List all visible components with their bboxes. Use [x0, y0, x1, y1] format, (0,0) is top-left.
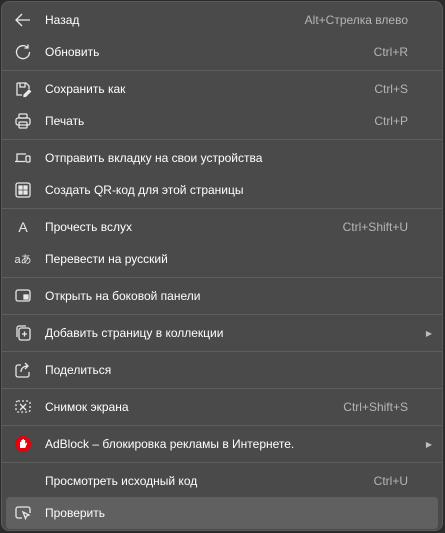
menu-item-label: Снимок экрана [45, 400, 129, 414]
separator [2, 314, 442, 315]
menu-item-read-aloud[interactable]: A Прочесть вслух Ctrl+Shift+U [6, 211, 438, 243]
menu-item-shortcut: Ctrl+S [374, 82, 408, 96]
qr-code-icon [14, 181, 32, 199]
menu-item-translate[interactable]: aあ Перевести на русский [6, 243, 438, 275]
devices-icon [14, 149, 32, 167]
menu-item-adblock[interactable]: AdBlock – блокировка рекламы в Интернете… [6, 428, 438, 460]
share-icon [14, 361, 32, 379]
menu-item-refresh[interactable]: Обновить Ctrl+R [6, 36, 438, 68]
menu-item-label: Сохранить как [45, 82, 126, 96]
collections-icon [14, 324, 32, 342]
menu-item-label: Проверить [45, 506, 106, 520]
menu-item-label: Добавить страницу в коллекции [45, 326, 224, 340]
menu-item-label: AdBlock – блокировка рекламы в Интернете… [45, 437, 295, 451]
menu-item-label: Прочесть вслух [45, 220, 132, 234]
separator [2, 425, 442, 426]
menu-item-add-to-collections[interactable]: Добавить страницу в коллекции ▶ [6, 317, 438, 349]
menu-item-label: Назад [45, 13, 80, 27]
menu-item-inspect[interactable]: Проверить [6, 497, 438, 529]
adblock-icon [14, 435, 32, 453]
menu-item-shortcut: Ctrl+R [373, 45, 408, 59]
read-aloud-icon: A [18, 219, 28, 235]
menu-item-shortcut: Ctrl+U [373, 474, 408, 488]
menu-item-label: Поделиться [45, 363, 112, 377]
menu-item-share[interactable]: Поделиться [6, 354, 438, 386]
sidebar-icon [14, 287, 32, 305]
submenu-arrow-icon: ▶ [425, 439, 432, 449]
menu-item-label: Обновить [45, 45, 100, 59]
separator [2, 388, 442, 389]
menu-item-print[interactable]: Печать Ctrl+P [6, 105, 438, 137]
menu-item-shortcut: Ctrl+Shift+U [342, 220, 408, 234]
menu-item-shortcut: Ctrl+Shift+S [343, 400, 408, 414]
print-icon [14, 112, 32, 130]
separator [2, 351, 442, 352]
save-as-icon [14, 80, 32, 98]
separator [2, 208, 442, 209]
menu-item-label: Отправить вкладку на свои устройства [45, 151, 263, 165]
menu-item-shortcut: Ctrl+P [374, 114, 408, 128]
translate-icon: aあ [14, 254, 32, 266]
inspect-icon [14, 504, 32, 522]
refresh-icon [14, 43, 32, 61]
menu-item-label: Перевести на русский [45, 252, 168, 266]
separator [2, 277, 442, 278]
menu-item-save-as[interactable]: Сохранить как Ctrl+S [6, 73, 438, 105]
context-menu: Назад Alt+Стрелка влево Обновить Ctrl+R … [1, 1, 443, 531]
menu-item-send-tab[interactable]: Отправить вкладку на свои устройства [6, 142, 438, 174]
menu-item-qr-code[interactable]: Создать QR-код для этой страницы [6, 174, 438, 206]
submenu-arrow-icon: ▶ [425, 328, 432, 338]
menu-item-label: Печать [45, 114, 85, 128]
separator [2, 139, 442, 140]
menu-item-label: Открыть на боковой панели [45, 289, 201, 303]
arrow-left-icon [14, 11, 32, 29]
separator [2, 462, 442, 463]
menu-item-view-source[interactable]: Просмотреть исходный код Ctrl+U [6, 465, 438, 497]
menu-item-shortcut: Alt+Стрелка влево [304, 13, 408, 27]
menu-item-back[interactable]: Назад Alt+Стрелка влево [6, 4, 438, 36]
menu-item-label: Создать QR-код для этой страницы [45, 183, 244, 197]
screenshot-icon [14, 398, 32, 416]
menu-item-label: Просмотреть исходный код [45, 474, 198, 488]
separator [2, 70, 442, 71]
menu-item-screenshot[interactable]: Снимок экрана Ctrl+Shift+S [6, 391, 438, 423]
menu-item-open-sidebar[interactable]: Открыть на боковой панели [6, 280, 438, 312]
